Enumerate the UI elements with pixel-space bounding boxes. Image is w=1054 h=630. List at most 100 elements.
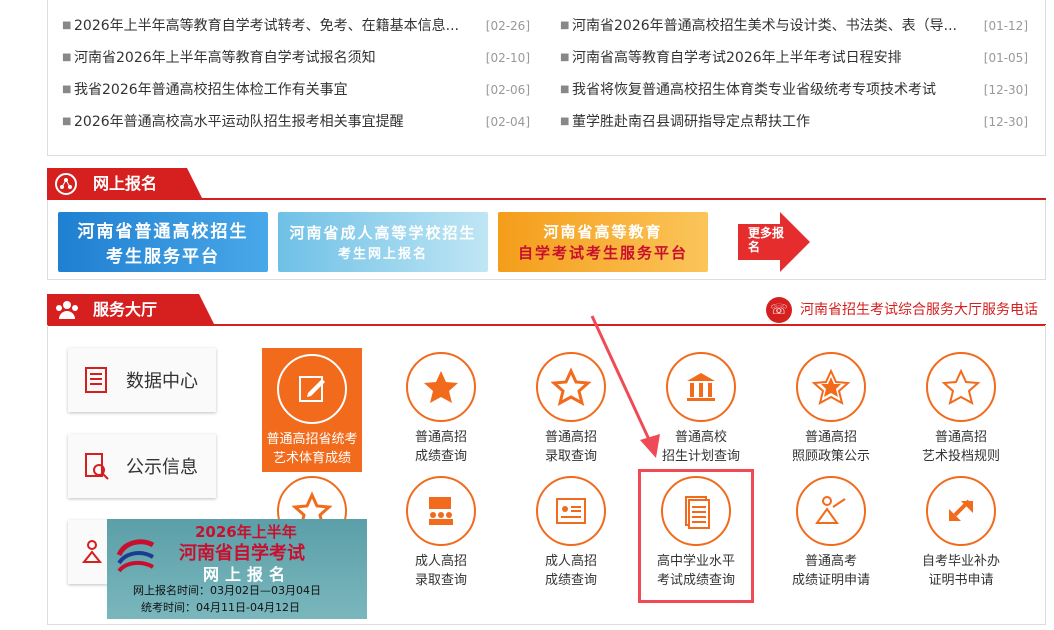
tile-label-line1: 普通高招省统考 [266, 432, 358, 447]
news-title[interactable]: 河南省高等教育自学考试2026年上半年考试日程安排 [572, 44, 902, 72]
list-item[interactable]: ■ 我省2026年普通高校招生体检工作有关事宜 [02-06] [62, 76, 530, 108]
news-date: [12-30] [983, 83, 1028, 97]
tile-art-sports-scores[interactable]: 普通高招省统考 艺术体育成绩 [262, 348, 362, 472]
news-date: [02-04] [485, 115, 530, 129]
section-title: 服务大厅 [93, 300, 158, 319]
banner-self-study-platform[interactable]: 河南省高等教育 自学考试考生服务平台 [498, 212, 708, 272]
tile-label-line2: 艺术体育成绩 [272, 451, 351, 466]
building-icon [666, 352, 736, 422]
news-date: [02-10] [485, 51, 530, 65]
expand-arrow-icon [926, 476, 996, 546]
tile-label-line2: 照顾政策公示 [791, 449, 870, 464]
self-study-signup-promo[interactable]: 2026年上半年 河南省自学考试 网上报名 网上报名时间：03月02日—03月0… [107, 519, 367, 619]
list-item[interactable]: ■ 我省将恢复普通高校招生体育类专业省级统考专项技术考试 [12-30] [560, 76, 1028, 108]
tile-self-study-graduation[interactable]: 自考毕业补办 证明书申请 [911, 476, 1011, 590]
promo-line5: 统考时间：04月11日-04月12日 [141, 601, 300, 614]
tile-label: 普通高招省统考 艺术体育成绩 [262, 430, 362, 468]
banner-line2: 考生网上报名 [337, 247, 428, 262]
tile-gaokao-score[interactable]: 普通高招 成绩查询 [391, 352, 491, 466]
star-double-icon [796, 352, 866, 422]
banner-line2: 自学考试考生服务平台 [517, 244, 688, 262]
banner-line1: 河南省高等教育 [543, 223, 663, 241]
tile-label-line1: 普通高招 [934, 430, 987, 445]
news-date: [01-05] [983, 51, 1028, 65]
tile-label-line1: 普通高校 [674, 430, 727, 445]
online-signup-tab: 网上报名 [47, 168, 203, 200]
news-date: [02-06] [485, 83, 530, 97]
tile-label-line1: 普通高招 [414, 430, 467, 445]
tile-art-rules[interactable]: 普通高招艺术投档规则 [911, 352, 1011, 466]
list-item[interactable]: ■ 董学胜赴南召县调研指导定点帮扶工作 [12-30] [560, 108, 1028, 140]
bullet-icon: ■ [62, 84, 72, 95]
tile-label-line2: 成绩查询 [414, 449, 467, 464]
list-item[interactable]: ■ 河南省2026年上半年高等教育自学考试报名须知 [02-10] [62, 44, 530, 76]
banner-line1: 河南省普通高校招生 [77, 222, 249, 242]
service-hall-tab: 服务大厅 [47, 294, 215, 326]
side-button-label: 公示信息 [126, 457, 198, 478]
tile-label: 普通高招艺术投档规则 [911, 428, 1011, 466]
tile-adult-admission[interactable]: 成人高招 录取查询 [391, 476, 491, 590]
bullet-icon: ■ [62, 20, 72, 31]
more-signup-label: 更多报名 [748, 226, 785, 254]
tile-gaokao-admission[interactable]: 普通高招 录取查询 [521, 352, 621, 466]
bullet-icon: ■ [560, 116, 570, 127]
bullet-icon: ■ [62, 116, 72, 127]
star-line-icon [926, 352, 996, 422]
tile-label: 普通高考成绩证明申请 [781, 552, 881, 590]
list-item[interactable]: ■ 2026年上半年高等教育自学考试转考、免考、在籍基本信息... [02-26] [62, 12, 530, 44]
section-title: 网上报名 [93, 174, 158, 193]
banner-line2: 考生服务平台 [106, 247, 220, 267]
tile-label-line2: 招生计划查询 [661, 449, 740, 464]
news-date: [01-12] [983, 19, 1028, 33]
phone-icon: ☏ [766, 297, 792, 323]
tile-label: 成人高招 录取查询 [391, 552, 491, 590]
tile-label: 普通高招 录取查询 [521, 428, 621, 466]
group-icon [406, 476, 476, 546]
news-title[interactable]: 2026年上半年高等教育自学考试转考、免考、在籍基本信息... [74, 12, 459, 40]
tile-gaokao-certificate[interactable]: 普通高考成绩证明申请 [781, 476, 881, 590]
public-info-button[interactable]: 公示信息 [68, 434, 216, 498]
news-list-right: ■ 河南省2026年普通高校招生美术与设计类、书法类、表（导... [01-12] … [560, 12, 1028, 140]
news-list-left: ■ 2026年上半年高等教育自学考试转考、免考、在籍基本信息... [02-26] … [62, 12, 530, 140]
bullet-icon: ■ [560, 52, 570, 63]
news-date: [02-26] [485, 19, 530, 33]
tile-label-line1: 普通高考 [804, 554, 857, 569]
banner-adult-signup[interactable]: 河南省成人高等学校招生 考生网上报名 [278, 212, 488, 272]
tile-label-line2: 艺术投档规则 [921, 449, 1000, 464]
news-title[interactable]: 河南省2026年普通高校招生美术与设计类、书法类、表（导... [572, 12, 957, 40]
list-item[interactable]: ■ 河南省2026年普通高校招生美术与设计类、书法类、表（导... [01-12] [560, 12, 1028, 44]
tile-label-line1: 成人高招 [414, 554, 467, 569]
document-icon [85, 367, 107, 393]
tile-enrollment-plan[interactable]: 普通高校招生计划查询 [651, 352, 751, 466]
bullet-icon: ■ [560, 20, 570, 31]
tile-label-line2: 成绩证明申请 [791, 573, 870, 588]
tile-adult-score[interactable]: 成人高招 成绩查询 [521, 476, 621, 590]
news-title[interactable]: 我省将恢复普通高校招生体育类专业省级统考专项技术考试 [572, 76, 936, 104]
promo-line4: 网上报名时间：03月02日—03月04日 [133, 584, 321, 597]
data-center-button[interactable]: 数据中心 [68, 348, 216, 412]
tile-label-line2: 证明书申请 [928, 573, 994, 588]
news-title[interactable]: 2026年普通高校高水平运动队招生报考相关事宜提醒 [74, 108, 404, 136]
tile-label-line2: 录取查询 [414, 573, 467, 588]
tile-label-line2: 成绩查询 [544, 573, 597, 588]
service-phone: ☏ 河南省招生考试综合服务大厅服务电话 [766, 294, 1038, 326]
online-signup-header: 网上报名 [47, 168, 1046, 200]
logo-icon [116, 539, 155, 573]
tile-label-line2: 录取查询 [544, 449, 597, 464]
list-item[interactable]: ■ 河南省高等教育自学考试2026年上半年考试日程安排 [01-05] [560, 44, 1028, 76]
tile-policy-notice[interactable]: 普通高招 照顾政策公示 [781, 352, 881, 466]
news-title[interactable]: 河南省2026年上半年高等教育自学考试报名须知 [74, 44, 376, 72]
news-panel: ■ 2026年上半年高等教育自学考试转考、免考、在籍基本信息... [02-26] … [47, 0, 1046, 156]
star-outline-icon [536, 352, 606, 422]
online-signup-box: 河南省普通高校招生 考生服务平台 河南省成人高等学校招生 考生网上报名 河南省高… [47, 200, 1046, 280]
banner-gaokao-platform[interactable]: 河南省普通高校招生 考生服务平台 [58, 212, 268, 272]
news-date: [12-30] [983, 115, 1028, 129]
more-signup-button[interactable]: 更多报名 [738, 212, 810, 272]
side-button-label: 数据中心 [126, 371, 198, 392]
list-item[interactable]: ■ 2026年普通高校高水平运动队招生报考相关事宜提醒 [02-04] [62, 108, 530, 140]
tile-label-line1: 普通高招 [544, 430, 597, 445]
news-title[interactable]: 我省2026年普通高校招生体检工作有关事宜 [74, 76, 348, 104]
tile-label: 普通高招 成绩查询 [391, 428, 491, 466]
news-title[interactable]: 董学胜赴南召县调研指导定点帮扶工作 [572, 108, 810, 136]
certificate-icon [536, 476, 606, 546]
